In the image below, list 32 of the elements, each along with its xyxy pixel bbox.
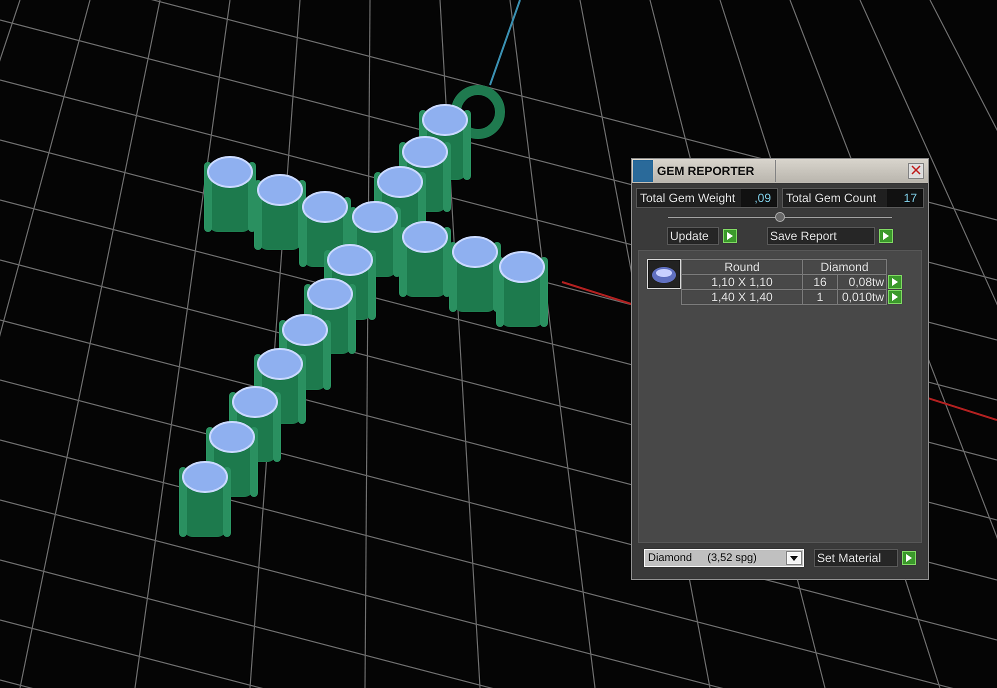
count-cell: 16 [802,274,838,290]
dropdown-button[interactable] [786,551,802,565]
caret-icon [790,556,798,560]
weight-cell: 0,010tw [838,290,886,304]
total-value: 17 [887,189,923,207]
save-report-button[interactable]: Save Report [767,227,875,245]
shape-header: Round [682,260,802,274]
run-button[interactable] [902,551,916,565]
run-button[interactable] [879,229,893,243]
total-label: Total Gem Weight [639,190,736,207]
material-header: Diamond [802,260,886,274]
panel-splitter[interactable] [668,212,892,222]
play-icon [883,232,889,240]
play-icon [727,232,733,240]
total-value: ,09 [741,189,777,207]
set-material-button[interactable]: Set Material [814,549,898,567]
run-button[interactable] [888,275,902,289]
update-button[interactable]: Update [667,227,719,245]
material-dropdown[interactable]: Diamond (3,52 spg) [644,549,804,567]
app-icon [633,160,653,182]
window-title: GEM REPORTER [657,164,756,178]
play-icon [906,554,912,562]
weight-cell: 0,08tw [838,274,886,290]
total-label: Total Gem Count [785,190,878,207]
run-button[interactable] [888,290,902,304]
size-cell: 1,40 X 1,40 [682,290,802,304]
count-cell: 1 [802,290,838,304]
close-button[interactable] [908,163,924,179]
size-cell: 1,10 X 1,10 [682,274,802,290]
close-icon [911,165,921,175]
run-button[interactable] [723,229,737,243]
gem-icon [647,259,681,289]
